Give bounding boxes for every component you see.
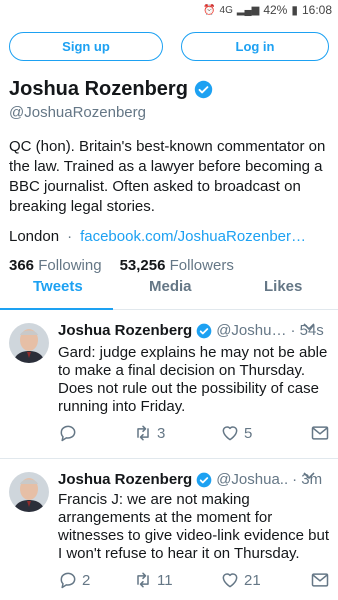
like-button[interactable]: 21: [220, 570, 261, 590]
tweet-item[interactable]: Joshua Rozenberg @Joshu… · 54s Gard: jud…: [0, 311, 338, 459]
profile-link[interactable]: facebook.com/JoshuaRozenber…: [80, 228, 306, 245]
retweet-icon: [137, 425, 149, 441]
avatar[interactable]: [9, 323, 49, 363]
message-button[interactable]: [310, 423, 330, 443]
battery-level: 42%: [263, 3, 288, 17]
tab-tweets[interactable]: Tweets: [33, 278, 83, 295]
login-button[interactable]: Log in: [181, 32, 329, 61]
verified-badge-icon: [196, 472, 212, 487]
chevron-down-icon[interactable]: [302, 469, 316, 486]
reply-icon: [60, 572, 76, 589]
profile-header: Joshua Rozenberg @JoshuaRozenberg QC (ho…: [9, 78, 329, 274]
envelope-icon: [311, 426, 329, 440]
heart-icon: [222, 573, 238, 588]
retweet-count: 11: [157, 571, 173, 589]
signal-icon: ▂▄▆: [236, 4, 260, 16]
verified-badge-icon: [196, 323, 212, 338]
tweet-author-handle: @Joshu…: [216, 322, 287, 339]
tweet-actions: 3 5: [58, 423, 330, 443]
tab-media[interactable]: Media: [149, 278, 192, 295]
profile-name: Joshua Rozenberg: [9, 78, 188, 100]
retweet-button[interactable]: 3: [133, 423, 165, 443]
tweet-actions: 2 11 21: [58, 570, 330, 590]
clock: 16:08: [301, 3, 332, 17]
profile-bio: QC (hon). Britain's best-known commentat…: [9, 138, 326, 215]
signup-button[interactable]: Sign up: [9, 32, 163, 61]
retweet-count: 3: [157, 424, 166, 442]
avatar[interactable]: [9, 472, 49, 512]
tweet-author-name: Joshua Rozenberg: [58, 471, 193, 488]
retweet-icon: [137, 572, 149, 588]
reply-count: 2: [82, 571, 91, 589]
reply-button[interactable]: [58, 423, 82, 443]
status-bar: ⏰ 4G ▂▄▆ 42% ▮ 16:08: [0, 0, 338, 22]
tweet-text: Gard: judge explains he may not be able …: [58, 344, 328, 415]
profile-location: London: [9, 228, 60, 245]
alarm-icon: ⏰: [203, 4, 216, 16]
active-tab-indicator: [0, 308, 113, 310]
tweet-author-handle: @Joshua..: [216, 471, 289, 488]
tweet-author-name: Joshua Rozenberg: [58, 322, 193, 339]
battery-icon: ▮: [291, 3, 298, 17]
profile-tabs: Tweets Media Likes: [0, 266, 338, 310]
auth-bar: Sign up Log in: [9, 32, 329, 61]
like-button[interactable]: 5: [220, 423, 252, 443]
tweet-text: Francis J: we are not making arrangement…: [58, 491, 329, 562]
like-count: 21: [244, 571, 261, 589]
chevron-down-icon[interactable]: [302, 320, 316, 337]
reply-button[interactable]: 2: [58, 570, 90, 590]
meta-separator: ·: [67, 228, 73, 245]
retweet-button[interactable]: 11: [133, 570, 173, 590]
envelope-icon: [311, 573, 329, 587]
like-count: 5: [244, 424, 253, 442]
heart-icon: [222, 426, 238, 441]
verified-badge-icon: [194, 80, 213, 99]
network-type: 4G: [219, 4, 233, 16]
profile-handle: @JoshuaRozenberg: [9, 104, 146, 121]
tab-likes[interactable]: Likes: [264, 278, 302, 295]
tweet-item[interactable]: Joshua Rozenberg @Joshua.. · 3m Francis …: [0, 460, 338, 600]
status-indicators: ⏰ 4G ▂▄▆ 42% ▮ 16:08: [203, 3, 332, 17]
message-button[interactable]: [310, 570, 330, 590]
reply-icon: [60, 425, 76, 442]
